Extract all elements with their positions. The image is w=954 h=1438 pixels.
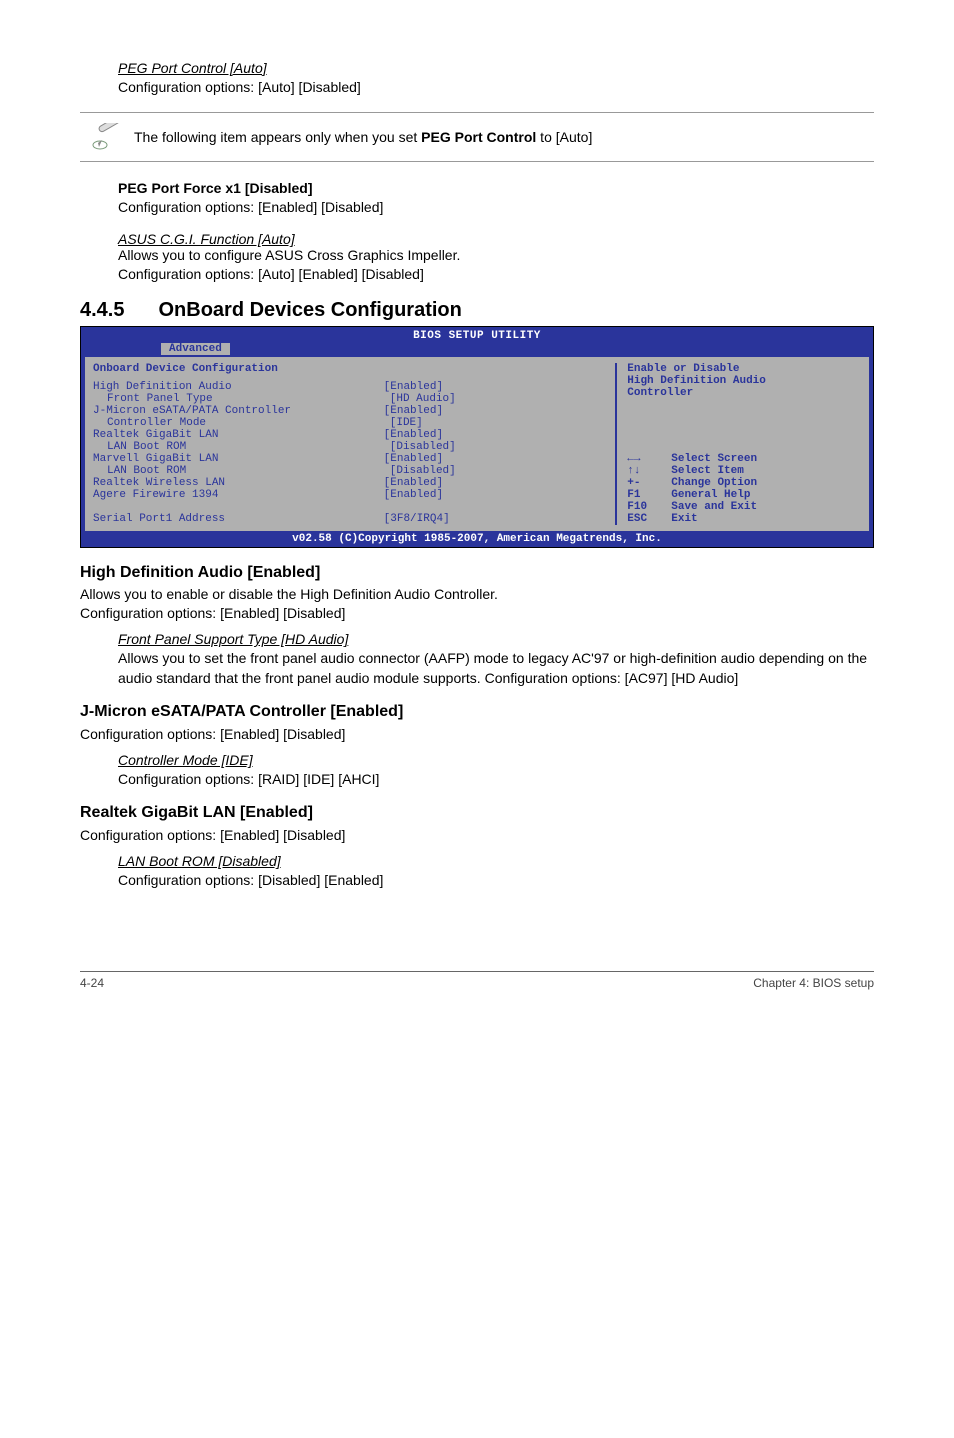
bios-nav-label: Select Screen — [671, 453, 757, 465]
bios-config-row: Realtek GigaBit LAN[Enabled] — [93, 429, 607, 441]
bios-config-label: Agere Firewire 1394 — [93, 489, 384, 501]
bios-config-label: Realtek GigaBit LAN — [93, 429, 384, 441]
hda-heading: High Definition Audio [Enabled] — [80, 564, 874, 582]
bios-config-row: Front Panel Type[HD Audio] — [93, 393, 607, 405]
bios-copyright: v02.58 (C)Copyright 1985-2007, American … — [83, 533, 871, 545]
section-number: 4.4.5 — [80, 299, 124, 322]
bios-config-label: LAN Boot ROM — [93, 441, 390, 453]
peg-port-control-heading: PEG Port Control [Auto] — [118, 60, 874, 76]
bios-config-value: [Enabled] — [384, 453, 608, 465]
bios-config-value: [Enabled] — [384, 489, 608, 501]
front-panel-text: Allows you to set the front panel audio … — [118, 649, 874, 688]
pencil-icon — [86, 123, 134, 151]
bios-nav-label: Save and Exit — [671, 501, 757, 513]
front-panel-heading: Front Panel Support Type [HD Audio] — [118, 631, 874, 647]
bios-config-label: J-Micron eSATA/PATA Controller — [93, 405, 384, 417]
bios-nav-label: Select Item — [671, 465, 744, 477]
bios-screenshot: BIOS SETUP UTILITY Advanced Onboard Devi… — [80, 326, 874, 548]
bios-nav-label: Change Option — [671, 477, 757, 489]
section-heading: 4.4.5 OnBoard Devices Configuration — [80, 299, 874, 322]
page-footer: 4-24 Chapter 4: BIOS setup — [80, 971, 874, 990]
bios-nav-row: +-Change Option — [627, 477, 861, 489]
bios-nav-label: General Help — [671, 489, 750, 501]
bios-help-line: Enable or Disable — [627, 363, 861, 375]
bios-nav-key: ESC — [627, 513, 671, 525]
controller-mode-text: Configuration options: [RAID] [IDE] [AHC… — [118, 770, 874, 790]
note-box: The following item appears only when you… — [80, 112, 874, 162]
bios-config-label: Controller Mode — [93, 417, 390, 429]
jmicron-text: Configuration options: [Enabled] [Disabl… — [80, 725, 874, 745]
note-bold: PEG Port Control — [421, 129, 536, 145]
bios-nav-key: F1 — [627, 489, 671, 501]
bios-config-value: [Disabled] — [390, 465, 608, 477]
note-prefix: The following item appears only when you… — [134, 129, 421, 145]
peg-port-control-text: Configuration options: [Auto] [Disabled] — [118, 78, 874, 98]
peg-port-force-heading: PEG Port Force x1 [Disabled] — [118, 180, 874, 196]
bios-nav-key: F10 — [627, 501, 671, 513]
bios-config-label: Front Panel Type — [93, 393, 390, 405]
bios-config-row: High Definition Audio[Enabled] — [93, 381, 607, 393]
bios-config-label: Realtek Wireless LAN — [93, 477, 384, 489]
bios-nav-row: ↑↓Select Item — [627, 465, 861, 477]
bios-nav-label: Exit — [671, 513, 697, 525]
bios-config-row: LAN Boot ROM[Disabled] — [93, 441, 607, 453]
realtek-heading: Realtek GigaBit LAN [Enabled] — [80, 804, 874, 822]
bios-config-value: [Enabled] — [384, 429, 608, 441]
note-suffix: to [Auto] — [536, 129, 592, 145]
bios-config-value — [384, 501, 608, 513]
bios-config-value: [3F8/IRQ4] — [384, 513, 608, 525]
realtek-text: Configuration options: [Enabled] [Disabl… — [80, 826, 874, 846]
controller-mode-heading: Controller Mode [IDE] — [118, 752, 874, 768]
bios-nav-row: F1General Help — [627, 489, 861, 501]
bios-nav-row: F10Save and Exit — [627, 501, 861, 513]
bios-nav-row: ESCExit — [627, 513, 861, 525]
bios-config-row: Serial Port1 Address[3F8/IRQ4] — [93, 513, 607, 525]
bios-config-label: LAN Boot ROM — [93, 465, 390, 477]
asus-cgi-line2: Configuration options: [Auto] [Enabled] … — [118, 265, 874, 285]
bios-config-label: Serial Port1 Address — [93, 513, 384, 525]
jmicron-heading: J-Micron eSATA/PATA Controller [Enabled] — [80, 703, 874, 721]
bios-config-row: LAN Boot ROM[Disabled] — [93, 465, 607, 477]
asus-cgi-heading: ASUS C.G.I. Function [Auto] — [118, 231, 874, 247]
bios-config-row — [93, 501, 607, 513]
hda-line1: Allows you to enable or disable the High… — [80, 586, 874, 602]
footer-left: 4-24 — [80, 976, 104, 990]
bios-config-label: High Definition Audio — [93, 381, 384, 393]
bios-nav-row: ←→Select Screen — [627, 453, 861, 465]
hda-line2: Configuration options: [Enabled] [Disabl… — [80, 604, 874, 624]
bios-config-label: Marvell GigaBit LAN — [93, 453, 384, 465]
bios-nav-key: ↑↓ — [627, 465, 671, 477]
bios-nav-key: +- — [627, 477, 671, 489]
bios-config-row: Marvell GigaBit LAN[Enabled] — [93, 453, 607, 465]
bios-config-row: Realtek Wireless LAN[Enabled] — [93, 477, 607, 489]
bios-config-value: [Enabled] — [384, 405, 608, 417]
peg-port-force-text: Configuration options: [Enabled] [Disabl… — [118, 198, 874, 218]
bios-config-value: [Disabled] — [390, 441, 608, 453]
lanboot-text: Configuration options: [Disabled] [Enabl… — [118, 871, 874, 891]
section-title: OnBoard Devices Configuration — [158, 299, 461, 322]
bios-config-value: [Enabled] — [384, 381, 608, 393]
bios-help-line: High Definition Audio — [627, 375, 861, 387]
footer-right: Chapter 4: BIOS setup — [753, 976, 874, 990]
bios-help-line: Controller — [627, 387, 861, 399]
bios-config-value: [HD Audio] — [390, 393, 608, 405]
bios-tab-advanced: Advanced — [161, 343, 230, 355]
bios-config-row: J-Micron eSATA/PATA Controller[Enabled] — [93, 405, 607, 417]
bios-left-header: Onboard Device Configuration — [93, 363, 607, 375]
bios-config-row: Controller Mode[IDE] — [93, 417, 607, 429]
bios-config-label — [93, 501, 384, 513]
note-text: The following item appears only when you… — [134, 129, 874, 145]
bios-config-value: [IDE] — [390, 417, 608, 429]
bios-config-row: Agere Firewire 1394[Enabled] — [93, 489, 607, 501]
bios-nav-key: ←→ — [627, 453, 671, 465]
lanboot-heading: LAN Boot ROM [Disabled] — [118, 853, 874, 869]
asus-cgi-line1: Allows you to configure ASUS Cross Graph… — [118, 247, 874, 263]
bios-title: BIOS SETUP UTILITY — [83, 329, 871, 343]
bios-config-value: [Enabled] — [384, 477, 608, 489]
